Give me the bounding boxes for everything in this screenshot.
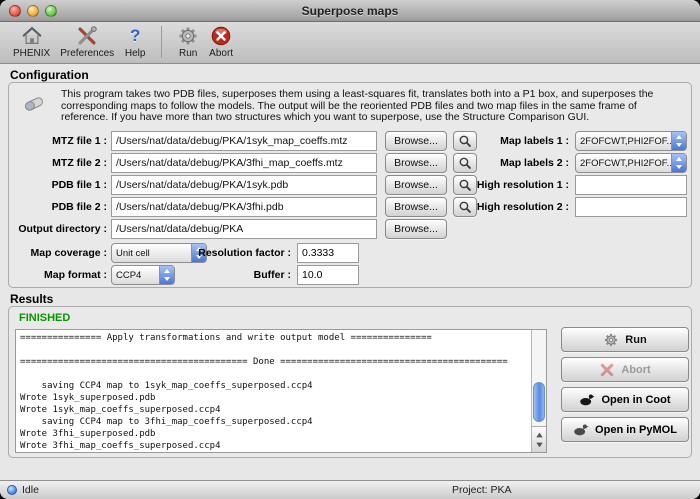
- form-row-map-format: Map format : CCP4 Buffer :: [9, 265, 691, 285]
- pdb-file-1-browse-button[interactable]: Browse...: [385, 175, 447, 195]
- popup-value: 2FOFCWT,PHI2FOF...: [576, 158, 671, 169]
- map-format-label: Map format :: [11, 265, 107, 285]
- popup-value: CCP4: [112, 270, 159, 281]
- project-label: Project: PKA: [452, 481, 512, 499]
- results-section-title: Results: [10, 292, 53, 306]
- high-resolution-2-input[interactable]: [575, 197, 687, 217]
- pdb-file-1-input[interactable]: [111, 175, 377, 195]
- gear-icon: [603, 332, 619, 348]
- high-resolution-1-label: High resolution 1 :: [467, 175, 569, 195]
- popup-arrows-icon: [671, 132, 686, 150]
- form-row-mtz-2: MTZ file 2 : Browse... Map labels 2 : 2F…: [9, 153, 691, 173]
- map-labels-1-label: Map labels 1 :: [467, 131, 569, 151]
- program-icon: [21, 91, 47, 117]
- resolution-factor-label: Resolution factor :: [159, 243, 291, 263]
- output-directory-browse-button[interactable]: Browse...: [385, 219, 447, 239]
- open-in-coot-label: Open in Coot: [601, 394, 670, 406]
- resolution-factor-input[interactable]: [297, 243, 359, 263]
- console-output: =============== Apply transformations an…: [16, 330, 530, 452]
- abort-icon: [210, 25, 232, 47]
- toolbar-help-button[interactable]: ? Help: [119, 24, 151, 60]
- tools-icon: [76, 25, 98, 47]
- console-panel: =============== Apply transformations an…: [15, 329, 547, 453]
- gear-icon: [177, 25, 199, 47]
- form-row-output-dir: Output directory : Browse...: [9, 219, 691, 239]
- high-resolution-1-input[interactable]: [575, 175, 687, 195]
- toolbar-separator: [161, 26, 162, 58]
- popup-arrows-icon: [671, 154, 686, 172]
- window-title: Superpose maps: [0, 0, 700, 22]
- pdb-file-1-label: PDB file 1 :: [11, 175, 107, 195]
- form-row-map-coverage: Map coverage : Unit cell Resolution fact…: [9, 243, 691, 263]
- toolbar-label: Preferences: [60, 48, 114, 59]
- mtz-file-1-label: MTZ file 1 :: [11, 131, 107, 151]
- pdb-file-2-browse-button[interactable]: Browse...: [385, 197, 447, 217]
- output-directory-label: Output directory :: [11, 219, 107, 239]
- abort-x-icon: [599, 362, 615, 378]
- toolbar-phenix-button[interactable]: PHENIX: [8, 24, 55, 60]
- program-description: This program takes two PDB files, superp…: [61, 89, 677, 124]
- toolbar-label: PHENIX: [13, 48, 50, 59]
- titlebar: Superpose maps: [0, 0, 700, 22]
- pdb-file-2-label: PDB file 2 :: [11, 197, 107, 217]
- mtz-file-2-label: MTZ file 2 :: [11, 153, 107, 173]
- mtz-file-1-input[interactable]: [111, 131, 377, 151]
- abort-button: Abort: [561, 357, 689, 382]
- open-in-pymol-button[interactable]: Open in PyMOL: [561, 417, 689, 442]
- open-in-coot-button[interactable]: Open in Coot: [561, 387, 689, 412]
- results-groupbox: FINISHED =============== Apply transform…: [8, 306, 692, 458]
- popup-value: 2FOFCWT,PHI2FOF...: [576, 136, 671, 147]
- abort-button-label: Abort: [621, 364, 650, 376]
- map-labels-2-label: Map labels 2 :: [467, 153, 569, 173]
- form-row-pdb-2: PDB file 2 : Browse... High resolution 2…: [9, 197, 691, 217]
- app-window: Superpose maps PHENIX Preferences ? Help…: [0, 0, 700, 499]
- home-icon: [21, 25, 43, 47]
- form-row-mtz-1: MTZ file 1 : Browse... Map labels 1 : 2F…: [9, 131, 691, 151]
- status-badge: FINISHED: [19, 312, 70, 324]
- map-labels-1-select[interactable]: 2FOFCWT,PHI2FOF...: [575, 131, 687, 151]
- output-directory-input[interactable]: [111, 219, 377, 239]
- toolbar: PHENIX Preferences ? Help Run Abort: [0, 22, 700, 64]
- toolbar-label: Help: [125, 48, 146, 59]
- coot-bird-icon: [579, 392, 595, 408]
- run-button[interactable]: Run: [561, 327, 689, 352]
- scrollbar-thumb[interactable]: [533, 382, 545, 422]
- run-button-label: Run: [625, 334, 646, 346]
- buffer-label: Buffer :: [159, 265, 291, 285]
- open-in-pymol-label: Open in PyMOL: [595, 424, 677, 436]
- toolbar-preferences-button[interactable]: Preferences: [55, 24, 119, 60]
- toolbar-label: Run: [179, 48, 197, 59]
- pymol-icon: [573, 422, 589, 438]
- status-text: Idle: [22, 481, 39, 499]
- scroll-down-icon[interactable]: [535, 441, 544, 449]
- toolbar-run-button[interactable]: Run: [172, 24, 204, 60]
- scrollbar-arrows: [532, 426, 546, 452]
- toolbar-abort-button[interactable]: Abort: [204, 24, 238, 60]
- scroll-up-icon[interactable]: [535, 431, 544, 439]
- toolbar-label: Abort: [209, 48, 233, 59]
- help-icon: ?: [124, 25, 146, 47]
- status-indicator-icon: [7, 485, 17, 495]
- high-resolution-2-label: High resolution 2 :: [467, 197, 569, 217]
- map-coverage-label: Map coverage :: [11, 243, 107, 263]
- mtz-file-1-browse-button[interactable]: Browse...: [385, 131, 447, 151]
- mtz-file-2-input[interactable]: [111, 153, 377, 173]
- console-scrollbar[interactable]: [531, 330, 546, 452]
- pdb-file-2-input[interactable]: [111, 197, 377, 217]
- statusbar: Idle Project: PKA: [0, 480, 700, 499]
- mtz-file-2-browse-button[interactable]: Browse...: [385, 153, 447, 173]
- configuration-groupbox: This program takes two PDB files, superp…: [8, 82, 692, 288]
- configuration-section-title: Configuration: [10, 68, 89, 82]
- buffer-input[interactable]: [297, 265, 359, 285]
- map-labels-2-select[interactable]: 2FOFCWT,PHI2FOF...: [575, 153, 687, 173]
- form-row-pdb-1: PDB file 1 : Browse... High resolution 1…: [9, 175, 691, 195]
